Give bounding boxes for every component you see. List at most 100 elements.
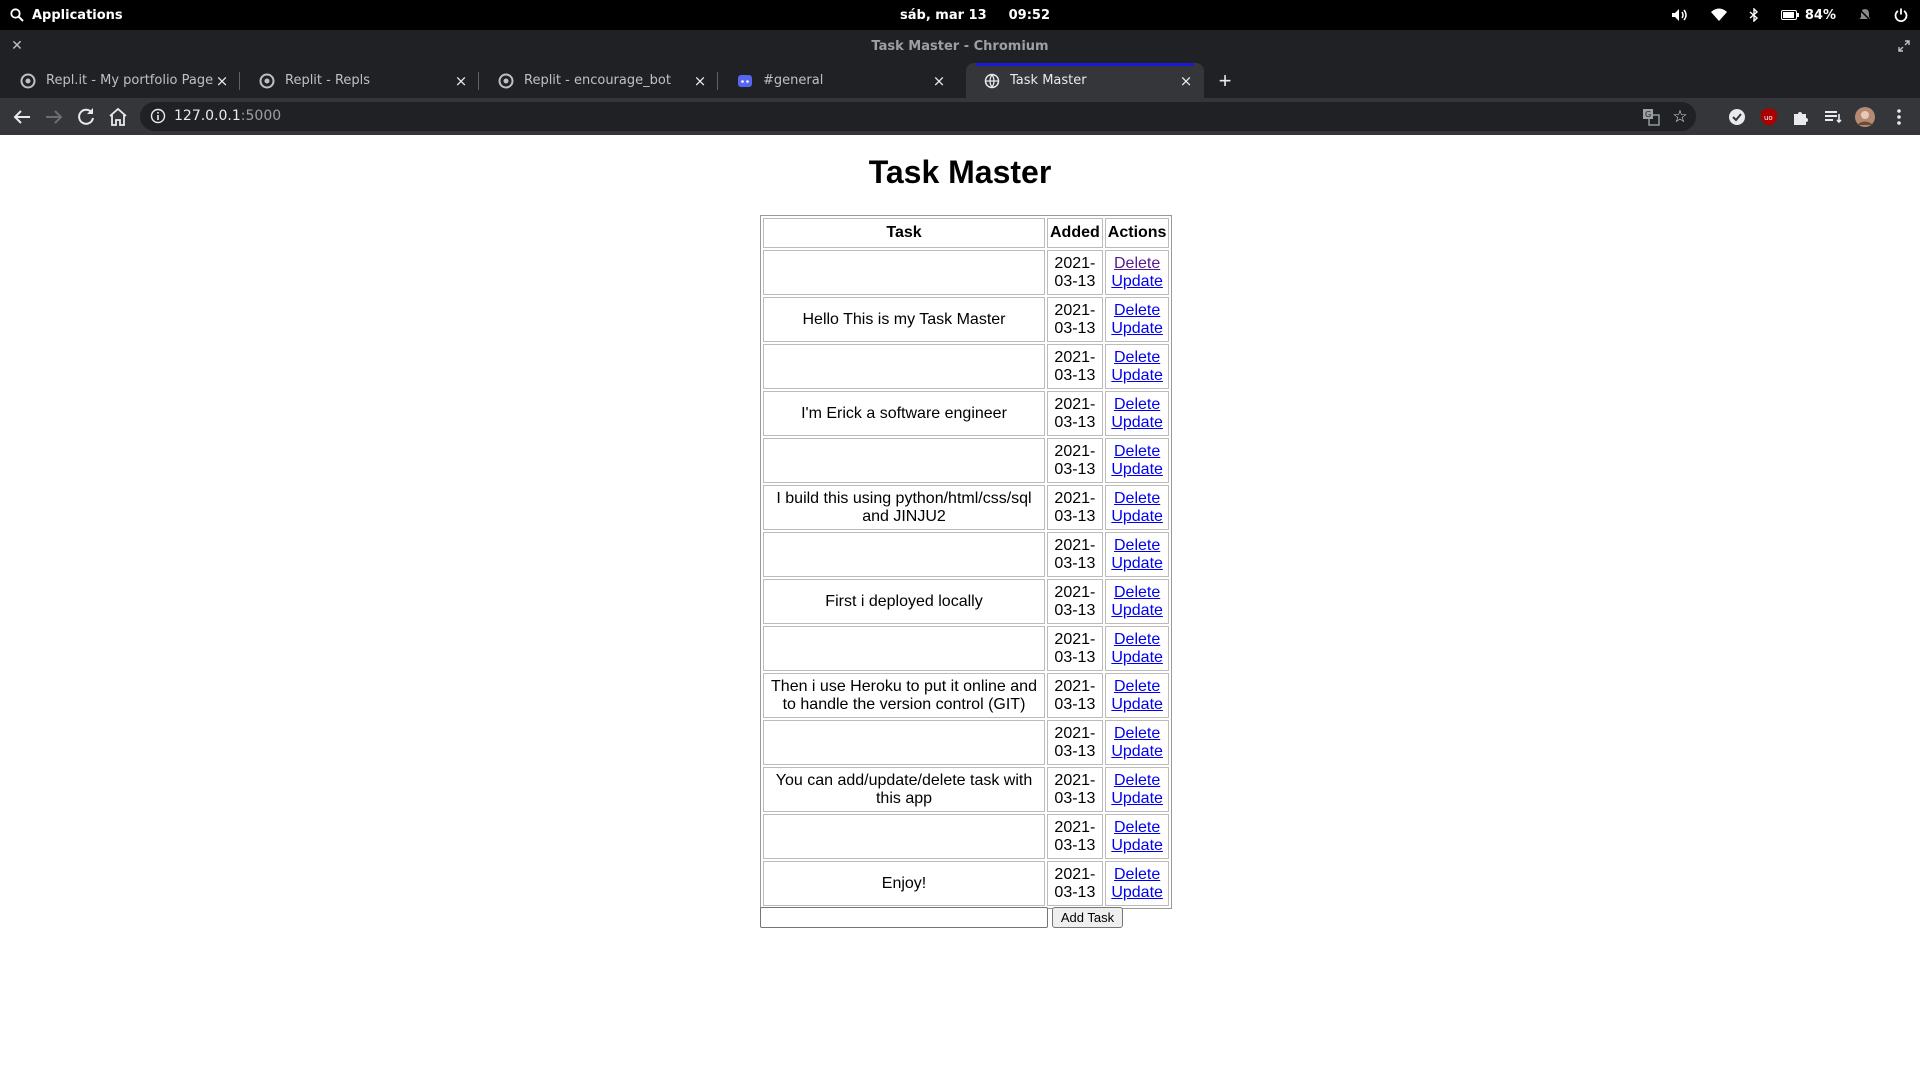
svg-text:uo: uo <box>1764 114 1773 122</box>
delete-task-link[interactable]: Delete <box>1108 678 1167 696</box>
delete-task-link[interactable]: Delete <box>1108 819 1167 837</box>
reload-icon[interactable] <box>74 105 98 129</box>
add-task-button[interactable]: Add Task <box>1052 907 1123 928</box>
new-tab-button[interactable]: + <box>1212 68 1238 94</box>
delete-task-link[interactable]: Delete <box>1108 537 1167 555</box>
tasks-table-body: 2021- 03-13 Delete Update Hello This is my T… <box>763 250 1170 906</box>
url-text[interactable]: 127.0.0.1:5000 <box>174 102 281 131</box>
table-row: You can add/update/delete task with this… <box>763 767 1170 812</box>
task-content-cell <box>763 626 1045 671</box>
added-date-year: 2021- <box>1054 536 1096 554</box>
delete-task-link[interactable]: Delete <box>1108 866 1167 884</box>
delete-task-link[interactable]: Delete <box>1108 725 1167 743</box>
window-close-button[interactable]: ✕ <box>9 38 25 54</box>
update-task-link[interactable]: Update <box>1108 320 1167 338</box>
system-top-bar: Applications sáb, mar 13 09:52 84% <box>0 0 1920 30</box>
date-text: sáb, mar 13 <box>900 7 987 23</box>
close-icon[interactable]: × <box>214 73 230 89</box>
added-date-year: 2021- <box>1054 301 1096 319</box>
tab-portfolio[interactable]: Repl.it - My portfolio Page × <box>2 63 240 98</box>
forward-icon[interactable] <box>42 105 66 129</box>
clock[interactable]: sáb, mar 13 09:52 <box>900 0 1050 30</box>
tab-discord-general[interactable]: #general × <box>719 63 957 98</box>
task-added-cell: 2021- 03-13 <box>1047 673 1103 718</box>
delete-task-link[interactable]: Delete <box>1108 396 1167 414</box>
delete-task-link[interactable]: Delete <box>1108 302 1167 320</box>
task-content-cell: Enjoy! <box>763 861 1045 906</box>
task-added-cell: 2021- 03-13 <box>1047 344 1103 389</box>
update-task-link[interactable]: Update <box>1108 837 1167 855</box>
added-date-year: 2021- <box>1054 395 1096 413</box>
table-row: I'm Erick a software engineer 2021- 03-13 D… <box>763 391 1170 436</box>
tab-separator <box>717 72 718 90</box>
tab-encourage-bot[interactable]: Replit - encourage_bot × <box>480 63 718 98</box>
update-task-link[interactable]: Update <box>1108 790 1167 808</box>
browser-toolbar: 127.0.0.1:5000 G ☆ uo <box>0 98 1920 135</box>
ublock-icon[interactable]: uo <box>1758 106 1780 128</box>
notifications-muted-icon <box>1858 8 1872 22</box>
update-task-link[interactable]: Update <box>1108 649 1167 667</box>
address-bar[interactable]: 127.0.0.1:5000 G ☆ <box>140 102 1696 131</box>
translate-icon[interactable]: G <box>1642 108 1660 126</box>
system-tray[interactable]: 84% <box>1671 0 1908 30</box>
added-date-year: 2021- <box>1054 818 1096 836</box>
tab-task-master[interactable]: Task Master × <box>966 63 1204 98</box>
update-task-link[interactable]: Update <box>1108 461 1167 479</box>
power-icon <box>1894 8 1908 22</box>
extensions-puzzle-icon[interactable] <box>1790 106 1812 128</box>
wifi-icon <box>1710 8 1727 21</box>
task-actions-cell: Delete Update <box>1104 532 1170 577</box>
close-icon[interactable]: × <box>692 73 708 89</box>
media-queue-icon[interactable] <box>1822 106 1844 128</box>
delete-task-link[interactable]: Delete <box>1108 443 1167 461</box>
delete-task-link[interactable]: Delete <box>1108 349 1167 367</box>
applications-label: Applications <box>32 7 123 23</box>
table-row: First i deployed locally 2021- 03-13 Delete… <box>763 579 1170 624</box>
update-task-link[interactable]: Update <box>1108 367 1167 385</box>
added-date-rest: 03-13 <box>1054 413 1096 431</box>
bookmark-star-icon[interactable]: ☆ <box>1670 107 1690 127</box>
back-icon[interactable] <box>10 105 34 129</box>
delete-task-link[interactable]: Delete <box>1108 631 1167 649</box>
update-task-link[interactable]: Update <box>1108 696 1167 714</box>
update-task-link[interactable]: Update <box>1108 602 1167 620</box>
delete-task-link[interactable]: Delete <box>1108 490 1167 508</box>
table-row: 2021- 03-13 Delete Update <box>763 344 1170 389</box>
window-unmaximize-icon[interactable] <box>1896 38 1912 54</box>
task-actions-cell: Delete Update <box>1104 626 1170 671</box>
close-icon[interactable]: × <box>931 73 947 89</box>
update-task-link[interactable]: Update <box>1108 273 1167 291</box>
task-actions-cell: Delete Update <box>1104 391 1170 436</box>
info-icon[interactable] <box>150 108 166 124</box>
table-row: Enjoy! 2021- 03-13 Delete Update <box>763 861 1170 906</box>
time-text: 09:52 <box>1008 7 1051 23</box>
tab-separator <box>239 72 240 90</box>
update-task-link[interactable]: Update <box>1108 884 1167 902</box>
profile-avatar[interactable] <box>1854 106 1876 128</box>
extension-check-icon[interactable] <box>1726 106 1748 128</box>
update-task-link[interactable]: Update <box>1108 743 1167 761</box>
delete-task-link[interactable]: Delete <box>1108 584 1167 602</box>
task-content-cell: First i deployed locally <box>763 579 1045 624</box>
added-date-year: 2021- <box>1054 489 1096 507</box>
update-task-link[interactable]: Update <box>1108 414 1167 432</box>
update-task-link[interactable]: Update <box>1108 555 1167 573</box>
menu-kebab-icon[interactable] <box>1888 106 1910 128</box>
new-task-input[interactable] <box>760 907 1048 928</box>
added-date-rest: 03-13 <box>1054 319 1096 337</box>
home-icon[interactable] <box>106 105 130 129</box>
applications-menu[interactable]: Applications <box>10 0 123 30</box>
task-actions-cell: Delete Update <box>1104 767 1170 812</box>
delete-task-link[interactable]: Delete <box>1108 255 1167 273</box>
close-icon[interactable]: × <box>1178 73 1194 89</box>
window-title-bar[interactable]: Task Master - Chromium ✕ <box>0 30 1920 63</box>
added-date-rest: 03-13 <box>1054 272 1096 290</box>
task-content-cell <box>763 250 1045 295</box>
task-added-cell: 2021- 03-13 <box>1047 579 1103 624</box>
table-row: I build this using python/html/css/sql a… <box>763 485 1170 530</box>
close-icon[interactable]: × <box>453 73 469 89</box>
tab-replit-repls[interactable]: Replit - Repls × <box>241 63 479 98</box>
discord-icon <box>738 74 752 87</box>
update-task-link[interactable]: Update <box>1108 508 1167 526</box>
delete-task-link[interactable]: Delete <box>1108 772 1167 790</box>
